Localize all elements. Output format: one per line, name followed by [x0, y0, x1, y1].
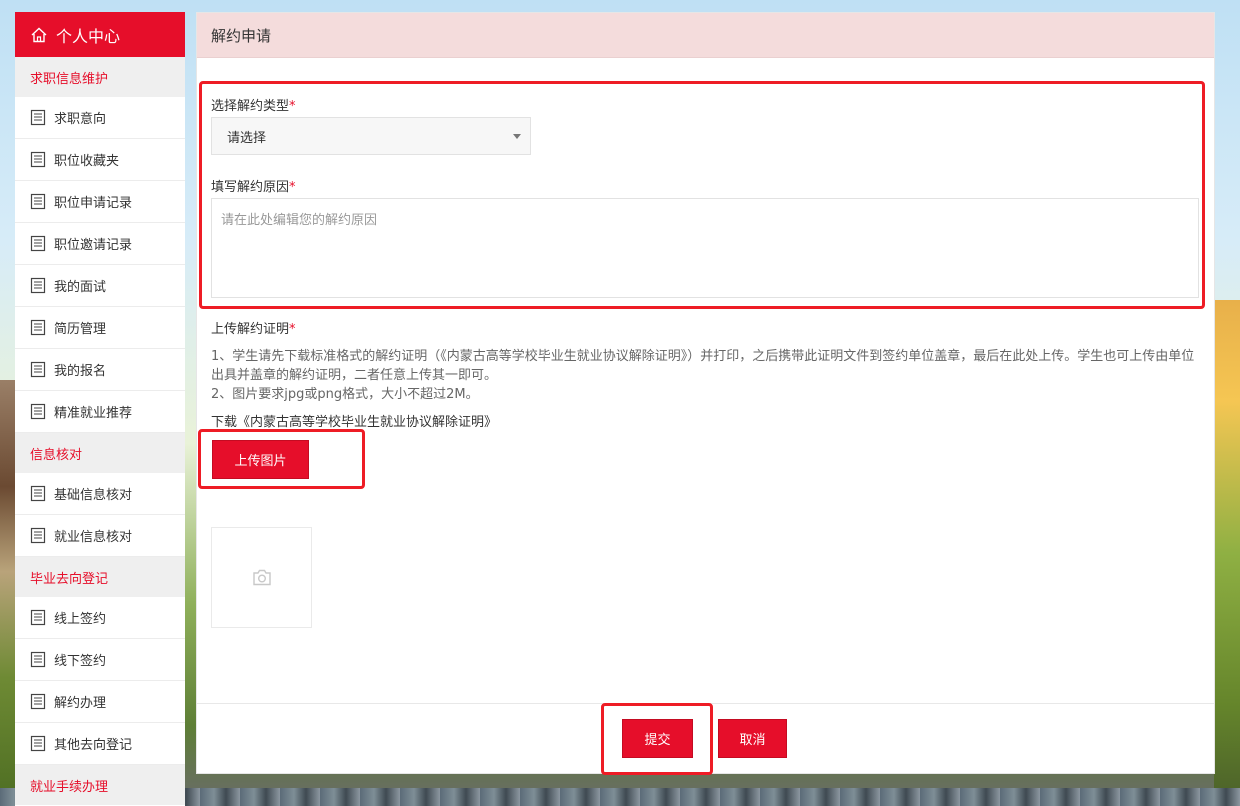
sidebar-item[interactable]: 基础信息核对 [15, 473, 185, 515]
required-mark: * [289, 180, 296, 195]
notice-line-1: 1、学生请先下载标准格式的解约证明（《内蒙古高等学校毕业生就业协议解除证明》）并… [211, 349, 1195, 383]
background-left-strip [0, 380, 15, 806]
sidebar: 个人中心 求职信息维护求职意向职位收藏夹职位申请记录 职位邀请记录 我的面试简历管理… [15, 12, 185, 806]
sidebar-item[interactable]: 我的面试 [15, 265, 185, 307]
sidebar-item-label: 就业信息核对 [54, 530, 133, 545]
document-icon [30, 319, 46, 336]
type-label-text: 选择解约类型 [211, 99, 290, 114]
document-icon [30, 651, 46, 668]
upload-image-button[interactable]: 上传图片 [212, 440, 309, 479]
sidebar-item-label: 线下签约 [54, 654, 107, 669]
sidebar-item[interactable]: 线下签约 [15, 639, 185, 681]
upload-notice: 1、学生请先下载标准格式的解约证明（《内蒙古高等学校毕业生就业协议解除证明》）并… [211, 347, 1196, 404]
reason-label: 填写解约原因* [211, 176, 296, 195]
sidebar-item[interactable]: 职位收藏夹 [15, 139, 185, 181]
sidebar-item[interactable]: 求职意向 [15, 97, 185, 139]
sidebar-header[interactable]: 个人中心 [15, 12, 185, 57]
document-icon [30, 527, 46, 544]
sidebar-group-header[interactable]: 就业手续办理 [15, 765, 185, 805]
type-label: 选择解约类型* [211, 95, 296, 114]
sidebar-item-label: 职位邀请记录 [54, 238, 133, 253]
sidebar-group-header[interactable]: 毕业去向登记 [15, 557, 185, 597]
reason-placeholder: 请在此处编辑您的解约原因 [221, 213, 378, 228]
sidebar-group-header[interactable]: 信息核对 [15, 433, 185, 473]
document-icon [30, 609, 46, 626]
page-title: 解约申请 [197, 13, 1214, 58]
sidebar-item[interactable]: 就业信息核对 [15, 515, 185, 557]
sidebar-menu: 求职信息维护求职意向职位收藏夹职位申请记录 职位邀请记录 我的面试简历管理我的报名精… [15, 57, 185, 805]
camera-icon [252, 569, 271, 586]
sidebar-item-label: 精准就业推荐 [54, 406, 133, 421]
document-icon [30, 735, 46, 752]
document-icon [30, 403, 46, 420]
main-panel: 解约申请 选择解约类型* 请选择 填写解约原因* 请在此处编辑您的解约原因 上传… [196, 12, 1215, 775]
sidebar-item[interactable]: 我的报名 [15, 349, 185, 391]
cancel-button[interactable]: 取消 [718, 719, 787, 758]
sidebar-item[interactable]: 线上签约 [15, 597, 185, 639]
sidebar-item-label: 我的面试 [54, 280, 107, 295]
reason-label-text: 填写解约原因 [211, 180, 290, 195]
sidebar-item-label: 其他去向登记 [54, 738, 133, 753]
proof-label: 上传解约证明* [211, 318, 296, 337]
document-icon [30, 277, 46, 294]
proof-label-text: 上传解约证明 [211, 322, 290, 337]
submit-button[interactable]: 提交 [622, 719, 693, 758]
notice-line-2: 2、图片要求jpg或png格式，大小不超过2M。 [211, 387, 479, 402]
cancel-type-select[interactable]: 请选择 [211, 117, 531, 155]
sidebar-item-label: 简历管理 [54, 322, 107, 337]
caret-down-icon [513, 134, 521, 139]
document-icon [30, 193, 46, 210]
sidebar-item-label: 职位收藏夹 [54, 154, 120, 169]
sidebar-item[interactable]: 解约办理 [15, 681, 185, 723]
download-link[interactable]: 下载《内蒙古高等学校毕业生就业协议解除证明》 [211, 411, 497, 430]
sidebar-group-header[interactable]: 求职信息维护 [15, 57, 185, 97]
required-mark: * [289, 322, 296, 337]
required-mark: * [289, 99, 296, 114]
sidebar-item-label: 基础信息核对 [54, 488, 133, 503]
sidebar-item[interactable]: 其他去向登记 [15, 723, 185, 765]
sidebar-title: 个人中心 [56, 26, 121, 46]
sidebar-item[interactable]: 职位邀请记录 [15, 223, 185, 265]
document-icon [30, 485, 46, 502]
sidebar-item[interactable]: 职位申请记录 [15, 181, 185, 223]
document-icon [30, 109, 46, 126]
background-bottom-strip [0, 788, 1240, 806]
photo-placeholder[interactable] [211, 527, 312, 628]
sidebar-item-label: 求职意向 [54, 112, 107, 127]
sidebar-item[interactable]: 简历管理 [15, 307, 185, 349]
home-icon [31, 27, 47, 42]
background-right-strip [1214, 300, 1240, 806]
sidebar-item-label: 线上签约 [54, 612, 107, 627]
sidebar-item[interactable]: 精准就业推荐 [15, 391, 185, 433]
document-icon [30, 361, 46, 378]
sidebar-item-label: 解约办理 [54, 696, 107, 711]
sidebar-item-label: 我的报名 [54, 364, 107, 379]
document-icon [30, 693, 46, 710]
reason-textarea[interactable]: 请在此处编辑您的解约原因 [211, 198, 1199, 298]
sidebar-item-label: 职位申请记录 [54, 196, 133, 211]
document-icon [30, 235, 46, 252]
cancel-type-value: 请选择 [227, 130, 267, 146]
document-icon [30, 151, 46, 168]
